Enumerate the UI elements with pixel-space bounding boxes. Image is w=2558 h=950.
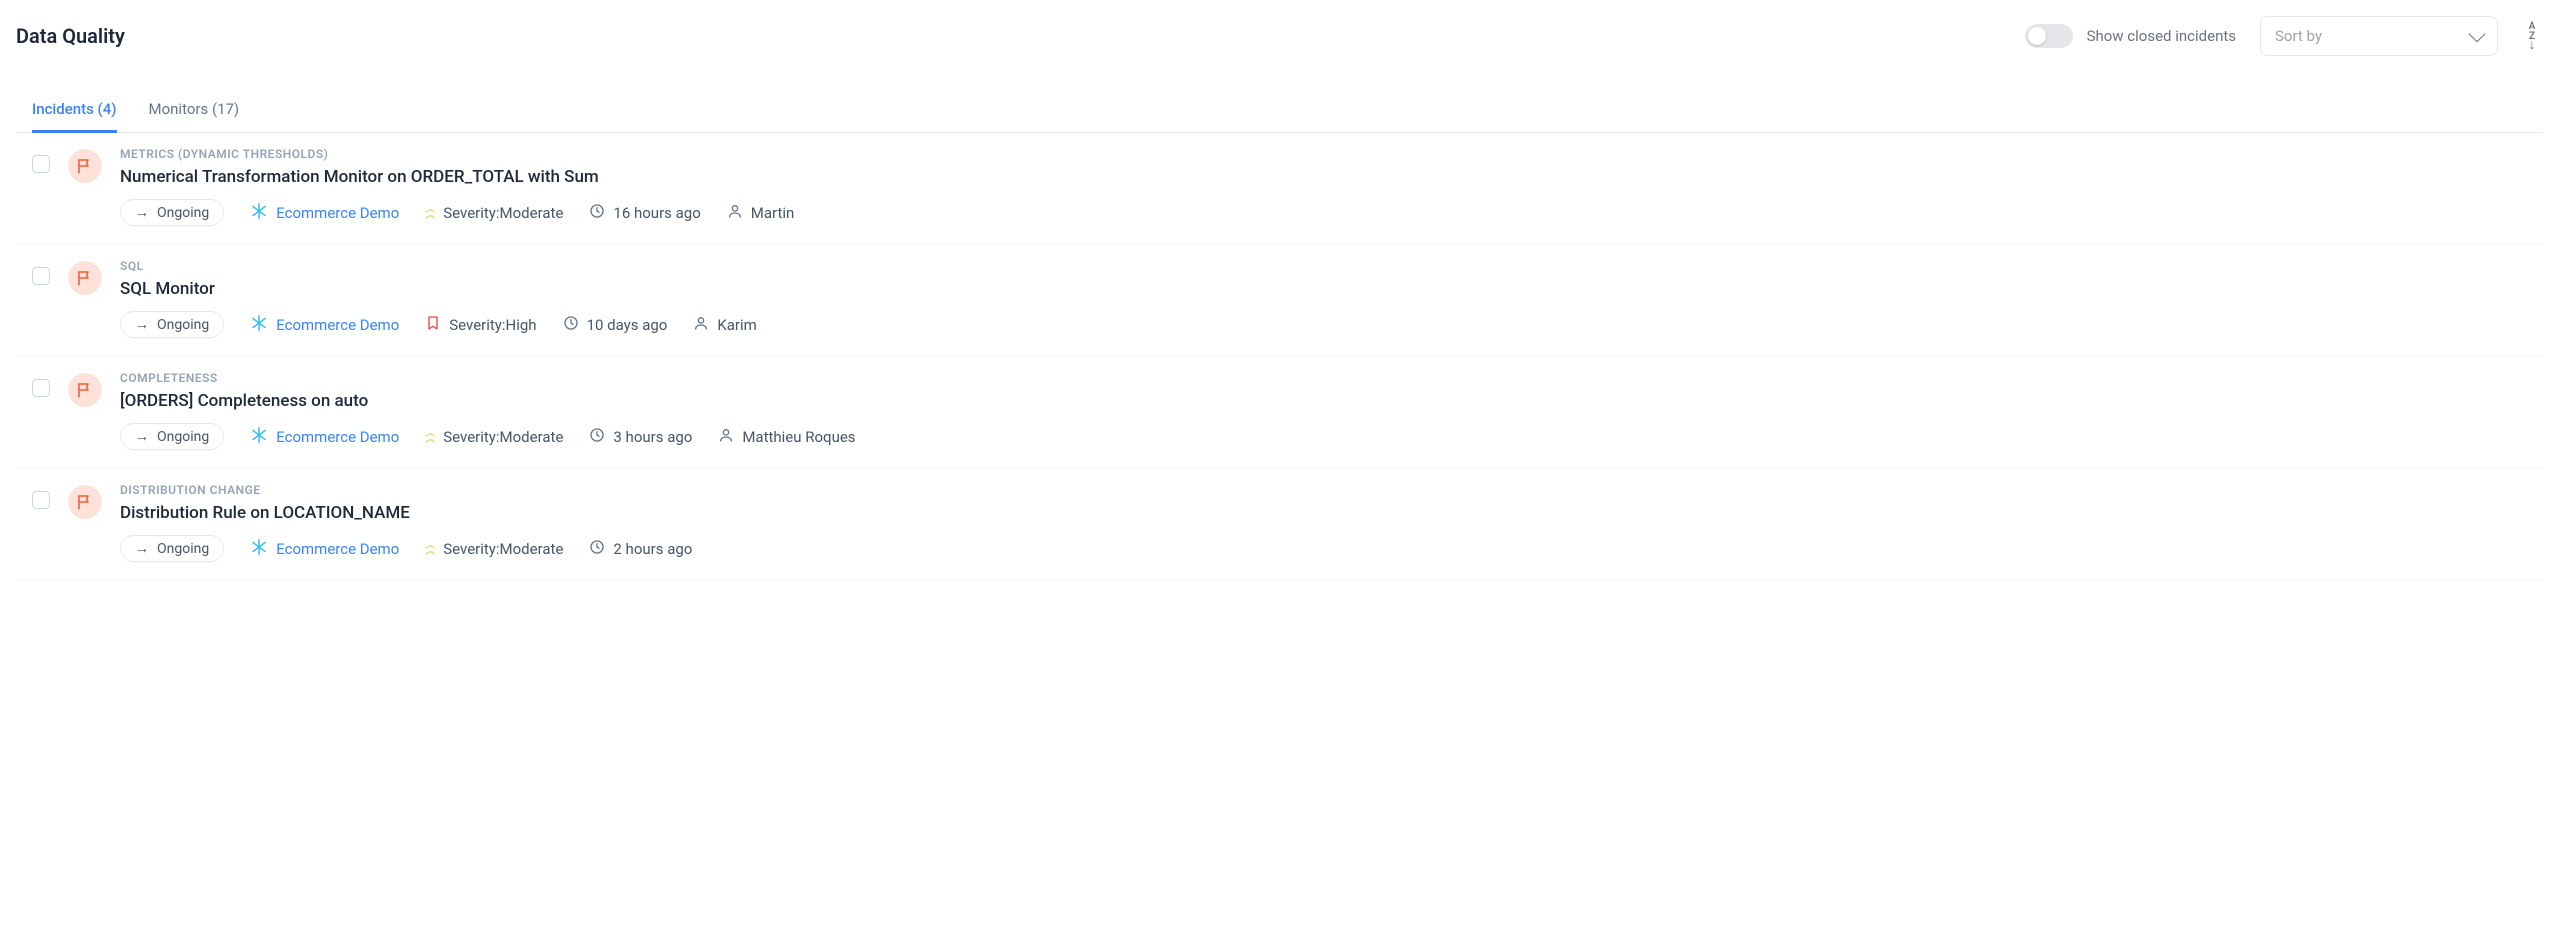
incident-meta: → Ongoing Ecommerce Demo ︿︿Severity:Moderat… <box>120 199 2526 226</box>
incident-title: Numerical Transformation Monitor on ORDE… <box>120 167 2526 187</box>
incident-category: SQL <box>120 259 2526 273</box>
incident-source[interactable]: Ecommerce Demo <box>250 538 399 560</box>
page-header: Data Quality Show closed incidents Sort … <box>16 16 2542 56</box>
page-title: Data Quality <box>16 24 125 48</box>
severity-moderate-icon: ︿︿ <box>425 207 435 219</box>
status-pill[interactable]: → Ongoing <box>120 311 224 338</box>
incident-meta: → Ongoing Ecommerce Demo ︿︿Severity:Moderat… <box>120 423 2526 450</box>
incident-title: Distribution Rule on LOCATION_NAME <box>120 503 2526 523</box>
incident-meta: → Ongoing Ecommerce Demo ︿︿Severity:Moderat… <box>120 535 2526 562</box>
incident-checkbox[interactable] <box>32 379 50 397</box>
incident-list: METRICS (DYNAMIC THRESHOLDS) Numerical Tr… <box>16 133 2542 581</box>
incident-checkbox[interactable] <box>32 267 50 285</box>
user-icon <box>727 203 743 223</box>
snowflake-icon <box>250 314 268 336</box>
clock-icon <box>589 203 605 223</box>
status-label: Ongoing <box>157 205 209 221</box>
incident-time: 3 hours ago <box>589 427 692 447</box>
flag-icon <box>68 373 102 407</box>
incident-body: METRICS (DYNAMIC THRESHOLDS) Numerical Tr… <box>120 147 2526 226</box>
incident-row[interactable]: COMPLETENESS [ORDERS] Completeness on aut… <box>16 357 2542 469</box>
incident-meta: → Ongoing Ecommerce Demo Severity:High 10 da… <box>120 311 2526 338</box>
arrow-right-icon: → <box>135 428 149 445</box>
arrow-right-icon: → <box>135 204 149 221</box>
clock-icon <box>589 539 605 559</box>
incident-body: COMPLETENESS [ORDERS] Completeness on aut… <box>120 371 2526 450</box>
incident-time: 10 days ago <box>563 315 668 335</box>
incident-row[interactable]: DISTRIBUTION CHANGE Distribution Rule on … <box>16 469 2542 581</box>
incident-checkbox[interactable] <box>32 155 50 173</box>
incident-checkbox[interactable] <box>32 491 50 509</box>
clock-icon <box>563 315 579 335</box>
arrow-right-icon: → <box>135 540 149 557</box>
clock-icon <box>589 427 605 447</box>
toggle-closed-incidents: Show closed incidents <box>2025 24 2236 48</box>
incident-assignee: Karim <box>693 315 756 335</box>
toggle-switch[interactable] <box>2025 24 2073 48</box>
incident-time: 16 hours ago <box>589 203 700 223</box>
incident-source[interactable]: Ecommerce Demo <box>250 426 399 448</box>
user-icon <box>718 427 734 447</box>
snowflake-icon <box>250 426 268 448</box>
sort-placeholder: Sort by <box>2275 27 2322 45</box>
incident-category: DISTRIBUTION CHANGE <box>120 483 2526 497</box>
chevron-down-icon <box>2469 26 2486 43</box>
incident-row[interactable]: METRICS (DYNAMIC THRESHOLDS) Numerical Tr… <box>16 133 2542 245</box>
arrow-right-icon: → <box>135 316 149 333</box>
status-pill[interactable]: → Ongoing <box>120 199 224 226</box>
incident-row[interactable]: SQL SQL Monitor → Ongoing Ecommerce Demo Seve… <box>16 245 2542 357</box>
severity-moderate-icon: ︿︿ <box>425 543 435 555</box>
incident-title: [ORDERS] Completeness on auto <box>120 391 2526 411</box>
flag-icon <box>68 261 102 295</box>
status-pill[interactable]: → Ongoing <box>120 423 224 450</box>
incident-body: SQL SQL Monitor → Ongoing Ecommerce Demo Seve… <box>120 259 2526 338</box>
user-icon <box>693 315 709 335</box>
sort-by-select[interactable]: Sort by <box>2260 16 2498 56</box>
incident-time: 2 hours ago <box>589 539 692 559</box>
severity-moderate-icon: ︿︿ <box>425 431 435 443</box>
severity-high-icon <box>425 315 441 335</box>
tab-0[interactable]: Incidents (4) <box>32 90 117 133</box>
status-label: Ongoing <box>157 541 209 557</box>
flag-icon <box>68 485 102 519</box>
tabs: Incidents (4) Monitors (17) <box>16 90 2542 133</box>
incident-body: DISTRIBUTION CHANGE Distribution Rule on … <box>120 483 2526 562</box>
incident-severity: ︿︿Severity:Moderate <box>425 540 563 558</box>
header-controls: Show closed incidents Sort by A Z ↓ <box>2025 16 2542 56</box>
toggle-label: Show closed incidents <box>2087 27 2236 45</box>
incident-severity: Severity:High <box>425 315 536 335</box>
incident-source[interactable]: Ecommerce Demo <box>250 314 399 336</box>
incident-category: METRICS (DYNAMIC THRESHOLDS) <box>120 147 2526 161</box>
flag-icon <box>68 149 102 183</box>
incident-assignee: Martin <box>727 203 795 223</box>
incident-source[interactable]: Ecommerce Demo <box>250 202 399 224</box>
incident-title: SQL Monitor <box>120 279 2526 299</box>
incident-assignee: Matthieu Roques <box>718 427 855 447</box>
sort-direction-button[interactable]: A Z ↓ <box>2522 22 2542 50</box>
incident-category: COMPLETENESS <box>120 371 2526 385</box>
incident-severity: ︿︿Severity:Moderate <box>425 428 563 446</box>
status-label: Ongoing <box>157 429 209 445</box>
snowflake-icon <box>250 538 268 560</box>
tab-1[interactable]: Monitors (17) <box>149 90 240 133</box>
snowflake-icon <box>250 202 268 224</box>
status-pill[interactable]: → Ongoing <box>120 535 224 562</box>
incident-severity: ︿︿Severity:Moderate <box>425 204 563 222</box>
status-label: Ongoing <box>157 317 209 333</box>
